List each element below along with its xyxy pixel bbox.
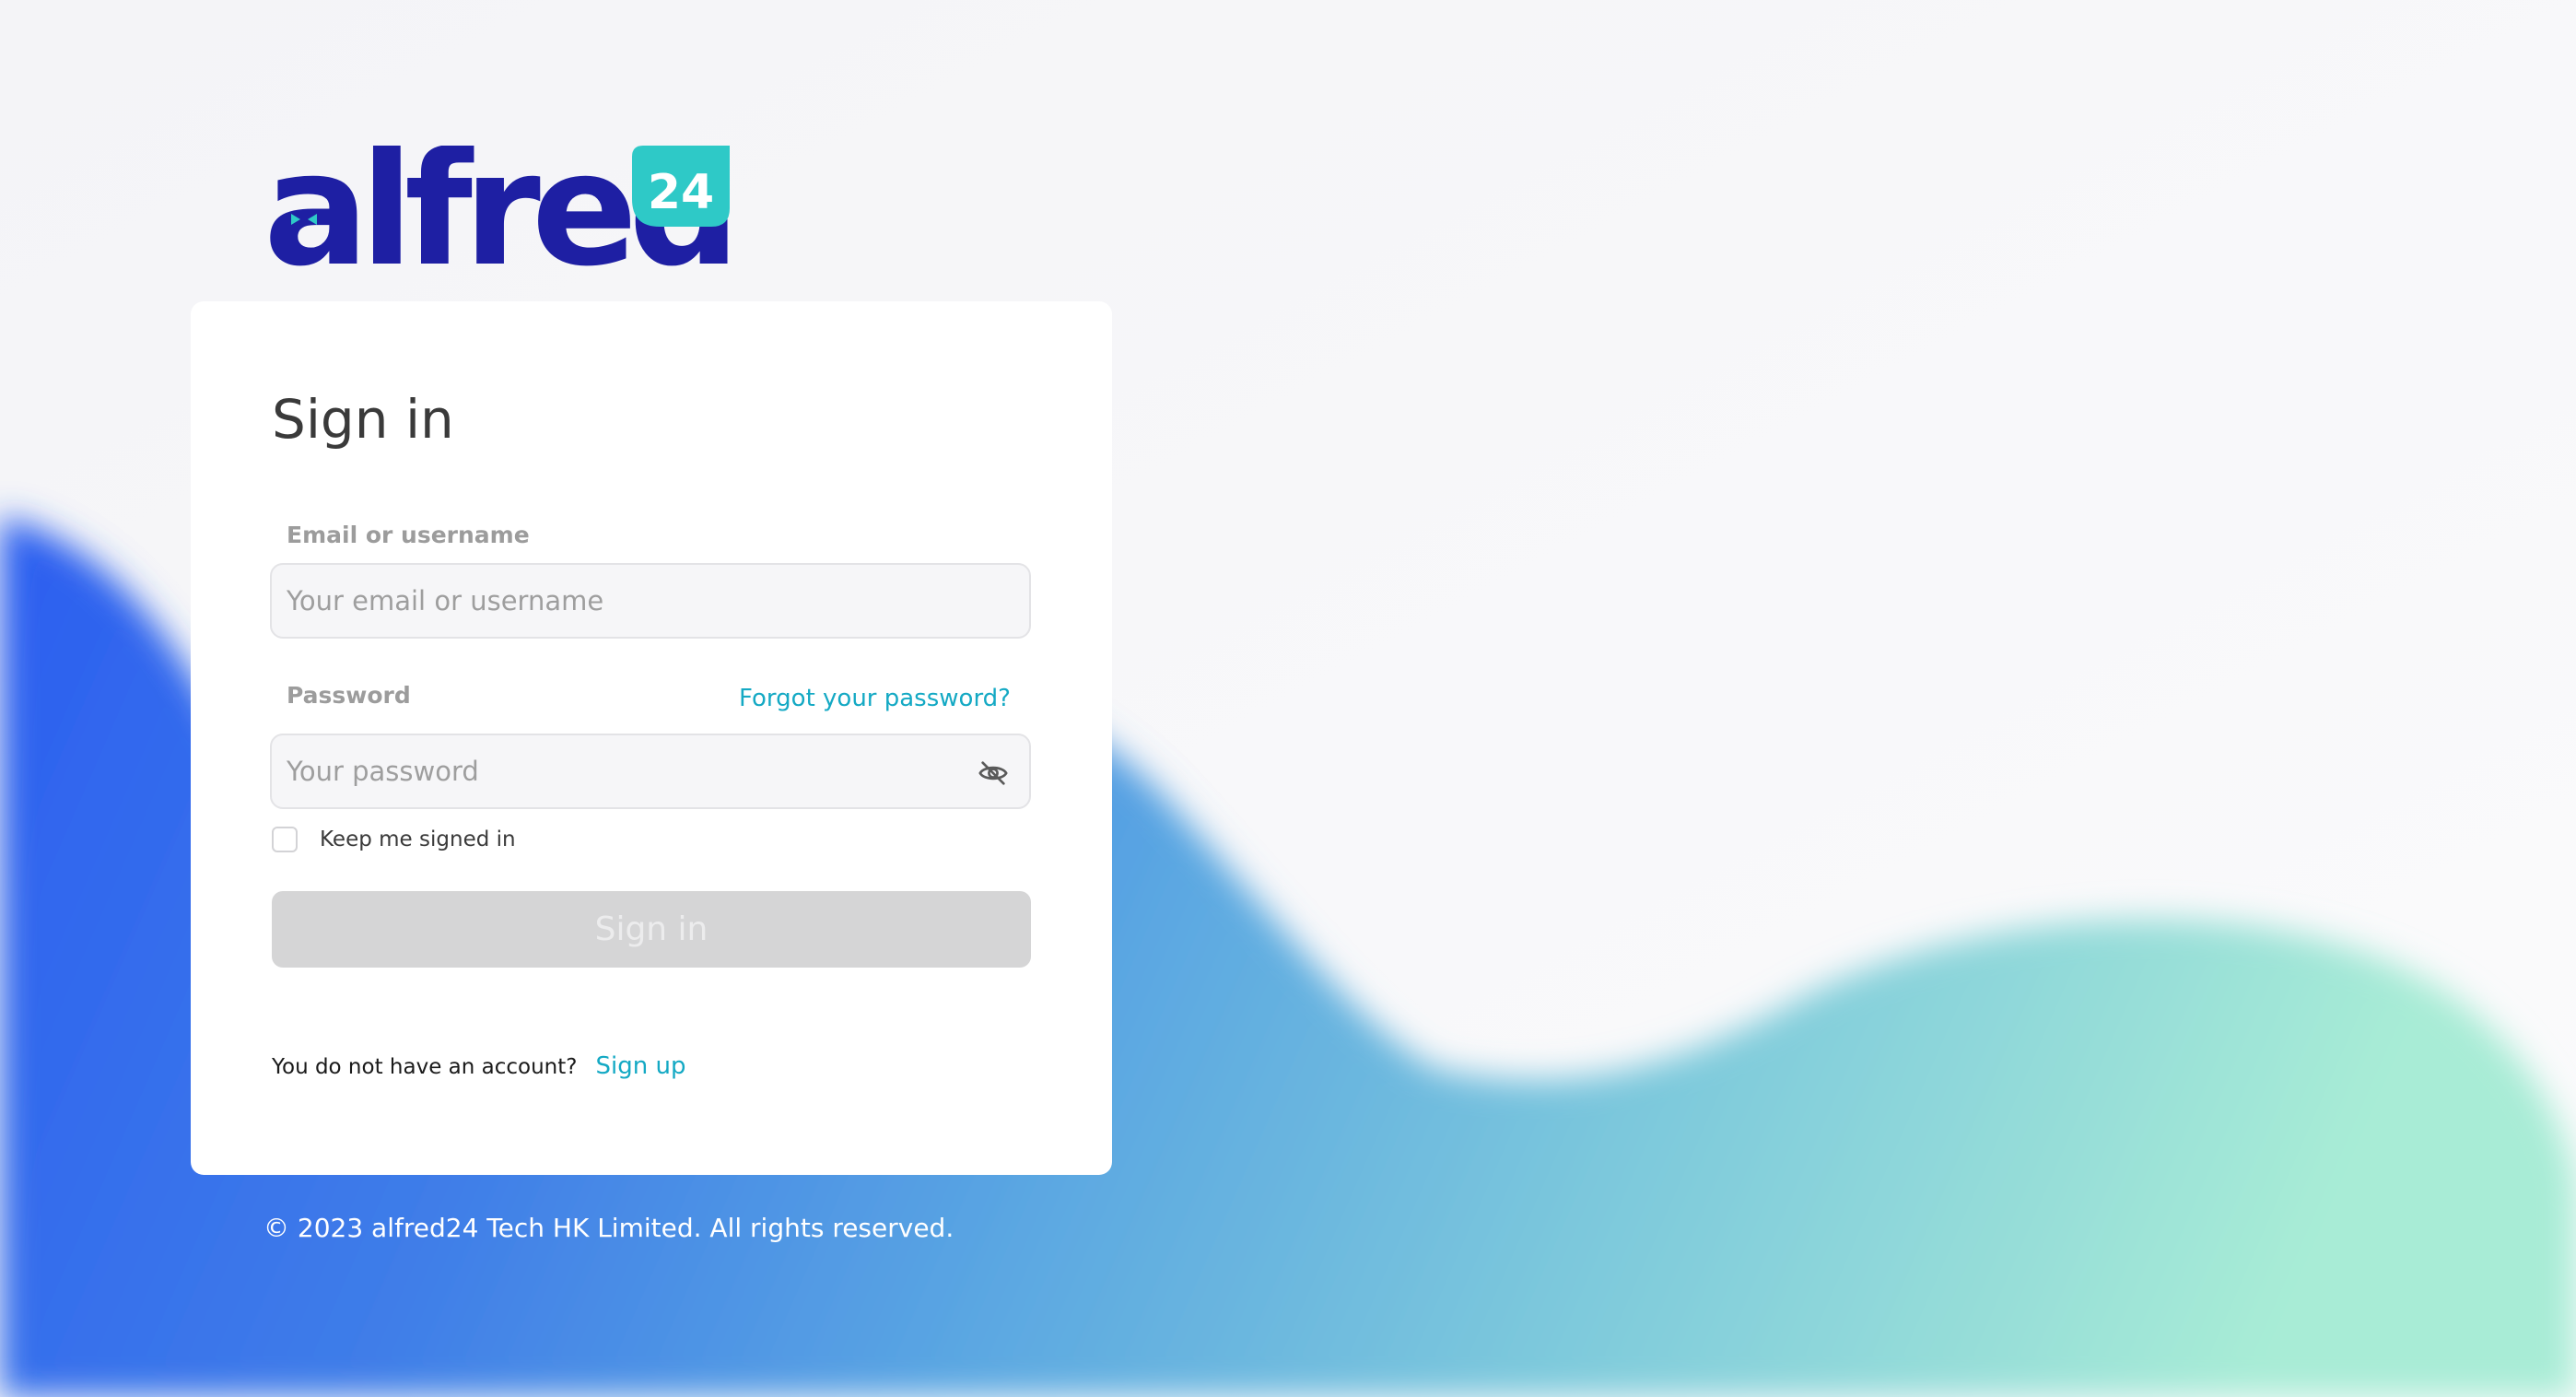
keep-signed-in-checkbox[interactable] [272,827,298,852]
email-label: Email or username [287,522,530,548]
logo-badge: 24 [648,165,714,220]
password-label: Password [287,682,411,709]
password-input[interactable] [272,735,1029,807]
email-input[interactable] [272,565,1029,637]
password-field[interactable] [270,734,1031,809]
copyright-text: © 2023 alfred24 Tech HK Limited. All rig… [263,1213,954,1243]
eye-off-icon[interactable] [978,757,1009,789]
signup-prompt: You do not have an account? Sign up [272,1051,685,1084]
signin-button[interactable]: Sign in [272,891,1031,968]
no-account-text: You do not have an account? [272,1055,578,1079]
page-title: Sign in [272,388,454,451]
signin-card: Sign in Email or username Password Forgo… [191,301,1112,1175]
keep-signed-in-label: Keep me signed in [320,828,516,851]
alfred24-logo: alfred 24 [263,146,733,267]
signup-link[interactable]: Sign up [595,1052,685,1080]
email-field[interactable] [270,563,1031,639]
forgot-password-link[interactable]: Forgot your password? [739,684,1011,713]
